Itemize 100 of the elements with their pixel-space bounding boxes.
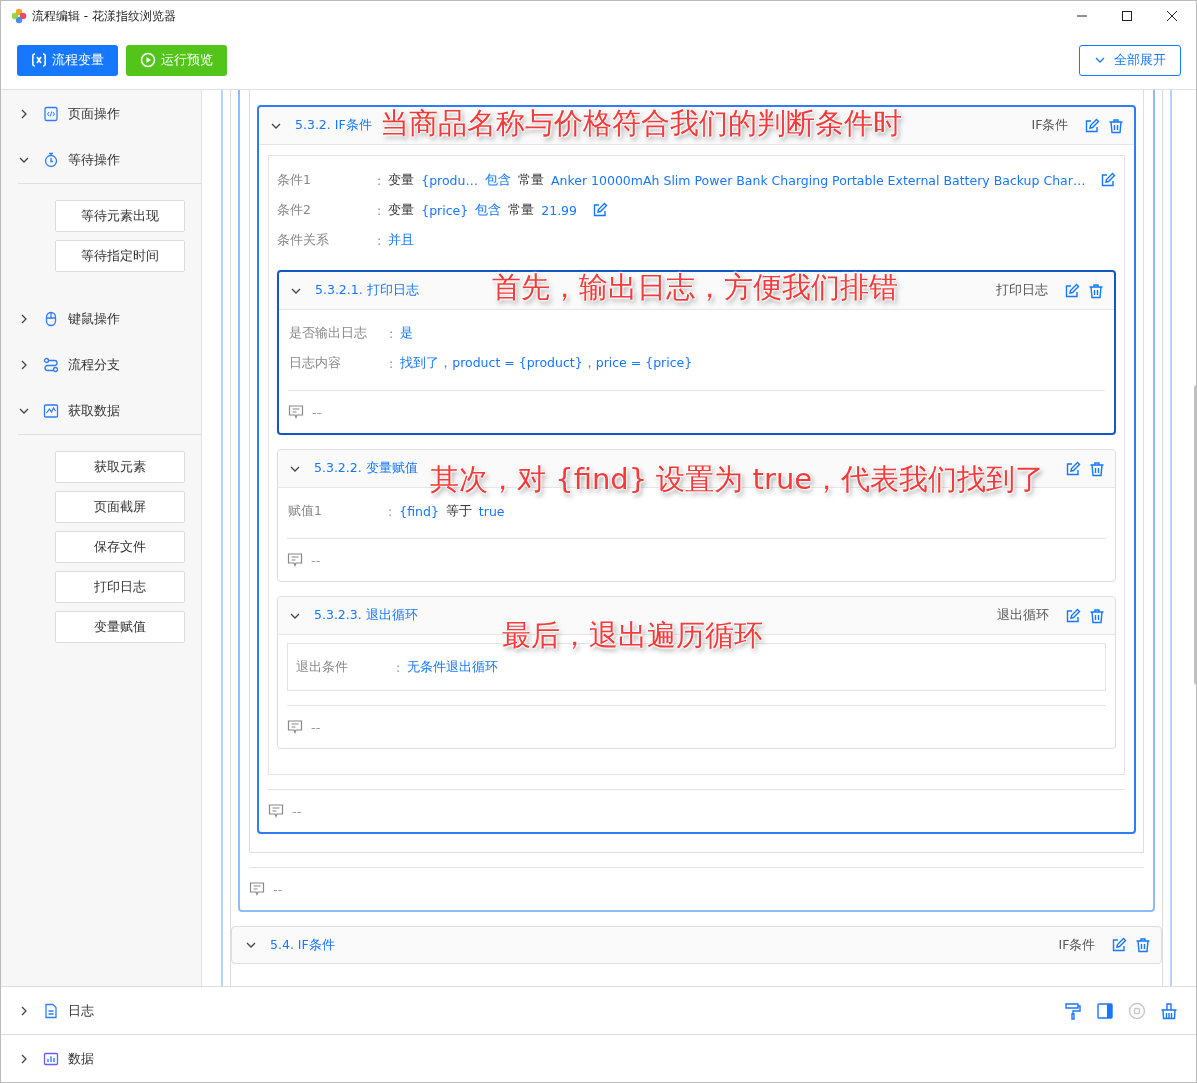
- keyword-text: 变量: [388, 171, 415, 189]
- value-text: 并且: [388, 231, 415, 249]
- comment-text: --: [273, 881, 283, 897]
- edit-icon[interactable]: [1065, 460, 1082, 477]
- value-text: 找到了，product = {product}，price = {price}: [400, 354, 693, 372]
- value-text: true: [478, 503, 505, 519]
- stopwatch-icon: [43, 152, 59, 168]
- keyword-text: 变量: [388, 201, 415, 219]
- window-title: 流程编辑 - 花漾指纹浏览器: [32, 7, 176, 25]
- keyword-text: 等于: [445, 502, 472, 520]
- value-text: {find}: [399, 503, 439, 519]
- brush-icon[interactable]: [1064, 1001, 1082, 1020]
- card-title[interactable]: 5.3.2.3. 退出循环: [314, 607, 418, 624]
- colon: :: [388, 503, 393, 519]
- action-button[interactable]: 变量赋值: [55, 611, 185, 643]
- field-label: 是否输出日志: [289, 324, 368, 342]
- field-label: 条件2: [277, 201, 312, 219]
- edit-icon[interactable]: [592, 202, 609, 218]
- value-text: 21.99: [541, 202, 578, 218]
- colon: :: [389, 325, 394, 341]
- comment-text: --: [292, 803, 302, 819]
- comment-icon: [287, 719, 303, 735]
- edit-icon[interactable]: [1100, 172, 1117, 188]
- value-text: {price}: [421, 202, 469, 218]
- value-text: {produ…: [421, 172, 478, 188]
- field-label: 日志内容: [289, 354, 342, 372]
- branch-icon: [43, 357, 59, 373]
- comment-text: --: [311, 552, 321, 568]
- colon: :: [396, 659, 401, 675]
- value-text: 包含: [475, 201, 502, 219]
- code-file-icon: [43, 106, 59, 122]
- sidebar-panel-icon[interactable]: [1096, 1001, 1114, 1020]
- panel-header[interactable]: 日志: [1, 987, 1196, 1035]
- delete-icon[interactable]: [1135, 937, 1152, 953]
- field-label: 赋值1: [288, 502, 323, 520]
- sidebar-group[interactable]: 键鼠操作: [1, 296, 201, 342]
- maximize-icon[interactable]: [1121, 10, 1133, 22]
- action-button[interactable]: 页面截屏: [55, 491, 185, 523]
- bar-chart-icon: [43, 1050, 59, 1067]
- edit-icon[interactable]: [1065, 607, 1082, 624]
- colon: :: [377, 202, 382, 218]
- field-label: 条件1: [277, 171, 312, 189]
- close-icon[interactable]: [1166, 10, 1178, 22]
- mouse-icon: [43, 311, 59, 327]
- card-title[interactable]: 5.3.2.2. 变量赋值: [314, 460, 418, 477]
- edit-icon[interactable]: [1064, 282, 1081, 299]
- card-type: IF条件: [1058, 936, 1096, 954]
- expand-all-button[interactable]: 全部展开: [1079, 44, 1181, 76]
- colon: :: [377, 172, 382, 188]
- action-button[interactable]: 保存文件: [55, 531, 185, 563]
- value-text: 包含: [485, 171, 511, 189]
- if-card[interactable]: 5.4. IF条件 IF条件: [231, 926, 1163, 964]
- annotation-text: 其次，对 {find} 设置为 true，代表我们找到了: [430, 462, 1045, 496]
- colon: :: [389, 355, 394, 371]
- annotation-text: 首先，输出日志，方便我们排错: [492, 270, 898, 304]
- edit-icon[interactable]: [1084, 117, 1101, 134]
- edit-icon[interactable]: [1111, 937, 1128, 953]
- chevron-icon: [19, 109, 29, 119]
- card-title[interactable]: 5.3.2.1. 打印日志: [315, 282, 419, 299]
- card-title[interactable]: 5.3.2. IF条件: [295, 117, 372, 134]
- chevron-icon: [246, 940, 256, 950]
- action-button[interactable]: 获取元素: [55, 451, 185, 483]
- app-logo-icon: [11, 8, 27, 24]
- field-label: 退出条件: [296, 658, 349, 676]
- chevron-icon: [19, 314, 29, 324]
- delete-icon[interactable]: [1089, 460, 1106, 477]
- colon: :: [377, 232, 382, 248]
- annotation-text: 当商品名称与价格符合我们的判断条件时: [380, 106, 902, 140]
- comment-icon: [249, 881, 265, 897]
- comment-text: --: [311, 719, 321, 735]
- chart-icon: [43, 403, 59, 419]
- delete-icon[interactable]: [1088, 282, 1105, 299]
- chevron-icon: [19, 360, 29, 370]
- variables-button[interactable]: 流程变量: [17, 44, 118, 76]
- field-label: 条件关系: [277, 231, 330, 249]
- annotation-text: 最后，退出遍历循环: [502, 618, 763, 652]
- keyword-text: 常量: [518, 171, 544, 189]
- delete-icon[interactable]: [1089, 607, 1106, 624]
- document-icon: [43, 1002, 59, 1019]
- sidebar-group[interactable]: 页面操作: [1, 91, 201, 137]
- comment-text: --: [312, 404, 322, 420]
- action-button[interactable]: 打印日志: [55, 571, 185, 603]
- sidebar-group[interactable]: 获取数据: [1, 388, 201, 434]
- action-button[interactable]: 等待元素出现: [55, 200, 185, 232]
- chevron-icon: [19, 155, 29, 165]
- action-button[interactable]: 等待指定时间: [55, 240, 185, 272]
- card-title[interactable]: 5.4. IF条件: [270, 936, 335, 954]
- value-text: 是: [400, 324, 414, 342]
- delete-icon[interactable]: [1108, 117, 1125, 134]
- play-icon: [140, 52, 156, 68]
- sidebar-group[interactable]: 等待操作: [1, 137, 201, 183]
- variable-braces-icon: [31, 53, 47, 67]
- sidebar-group[interactable]: 流程分支: [1, 342, 201, 388]
- panel-header[interactable]: 数据: [1, 1035, 1196, 1082]
- comment-icon: [268, 803, 284, 819]
- chevron-icon: [19, 1053, 29, 1064]
- clear-icon[interactable]: [1160, 1001, 1178, 1020]
- keyword-text: 常量: [508, 201, 535, 219]
- card-type: 打印日志: [996, 282, 1049, 299]
- chevron-icon: [19, 1005, 29, 1016]
